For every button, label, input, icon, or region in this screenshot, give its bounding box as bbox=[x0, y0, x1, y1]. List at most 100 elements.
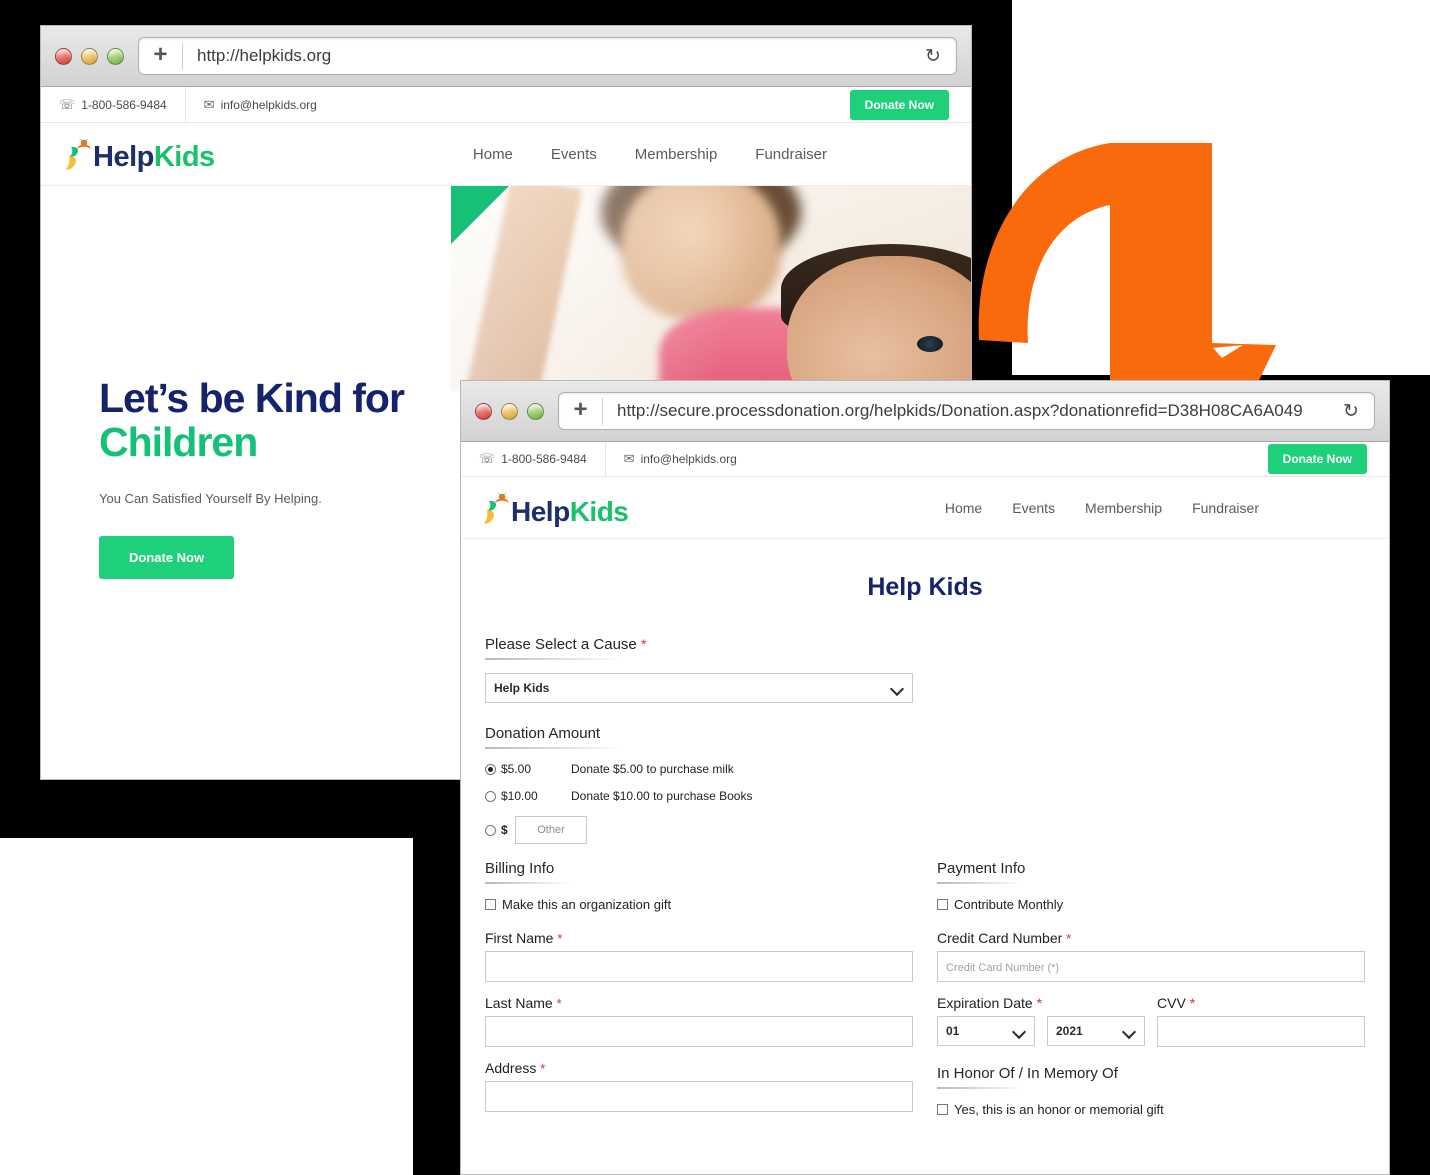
last-name-label-text: Last Name bbox=[485, 995, 553, 1011]
amount-radio-10[interactable] bbox=[485, 790, 496, 802]
donate-now-topbar-button[interactable]: Donate Now bbox=[849, 89, 949, 120]
amount-radio-other[interactable] bbox=[485, 824, 496, 836]
cause-required-marker: * bbox=[640, 636, 647, 652]
expiration-month-select[interactable]: 01 bbox=[937, 1016, 1035, 1046]
amount-description-5: Donate $5.00 to purchase milk bbox=[571, 762, 734, 776]
cvv-group: CVV * bbox=[1157, 995, 1365, 1047]
honor-gift-row[interactable]: Yes, this is an honor or memorial gift bbox=[937, 1102, 1365, 1117]
reload-icon[interactable]: ↻ bbox=[920, 45, 946, 68]
cvv-label-text: CVV bbox=[1157, 995, 1186, 1011]
nav-item-membership-donation[interactable]: Membership bbox=[1085, 500, 1162, 516]
nav-item-membership[interactable]: Membership bbox=[635, 146, 718, 163]
logo-text-help: Help bbox=[93, 141, 154, 173]
site-topbar-donation: ☏ 1-800-586-9484 ✉ info@helpkids.org Don… bbox=[461, 442, 1389, 477]
email-contact-donation[interactable]: ✉ info@helpkids.org bbox=[604, 442, 755, 476]
envelope-icon: ✉ bbox=[203, 96, 215, 112]
phone-number-donation: 1-800-586-9484 bbox=[501, 452, 587, 466]
contribute-monthly-checkbox[interactable] bbox=[937, 899, 948, 910]
phone-contact[interactable]: ☏ 1-800-586-9484 bbox=[41, 87, 185, 122]
site-topbar-homepage: ☏ 1-800-586-9484 ✉ info@helpkids.org Don… bbox=[41, 87, 971, 123]
expiration-group: Expiration Date * 01 2021 bbox=[937, 995, 1145, 1047]
close-window-button[interactable] bbox=[55, 47, 72, 65]
address-bar-homepage[interactable]: + http://helpkids.org ↻ bbox=[138, 37, 957, 75]
billing-heading: Billing Info bbox=[485, 860, 555, 877]
hero-heading-line1: Let’s be Kind for bbox=[99, 375, 405, 421]
maximize-window-button[interactable] bbox=[107, 47, 124, 65]
cause-select-wrapper[interactable]: Help Kids bbox=[485, 673, 913, 703]
new-tab-button-donation[interactable]: + bbox=[559, 397, 603, 425]
email-contact[interactable]: ✉ info@helpkids.org bbox=[184, 87, 335, 122]
address-field: Address * bbox=[485, 1060, 913, 1112]
email-address-donation: info@helpkids.org bbox=[640, 452, 737, 466]
currency-symbol: $ bbox=[501, 823, 508, 837]
window-controls[interactable] bbox=[55, 47, 124, 65]
nav-links-homepage: Home Events Membership Fundraiser bbox=[473, 146, 827, 163]
logo-svg bbox=[66, 138, 91, 170]
form-page-title: Help Kids bbox=[867, 573, 983, 601]
url-text-donation[interactable]: http://secure.processdonation.org/helpki… bbox=[603, 401, 1338, 421]
expiration-year-wrapper[interactable]: 2021 bbox=[1047, 1016, 1145, 1046]
donation-amount-heading: Donation Amount bbox=[485, 725, 601, 742]
amount-row-other[interactable]: $ Other bbox=[485, 816, 1365, 844]
nav-item-home-donation[interactable]: Home bbox=[945, 500, 982, 516]
amount-row-5[interactable]: $5.00 Donate $5.00 to purchase milk bbox=[485, 762, 1365, 776]
payment-info-column: Payment Info Contribute Monthly Credit C… bbox=[937, 860, 1365, 1135]
window-controls-donation[interactable] bbox=[475, 402, 544, 420]
amount-radio-5[interactable] bbox=[485, 763, 496, 775]
last-name-field: Last Name * bbox=[485, 995, 913, 1047]
first-name-input[interactable] bbox=[485, 951, 913, 982]
site-logo-donation[interactable]: HelpKids bbox=[483, 490, 629, 527]
nav-item-home[interactable]: Home bbox=[473, 146, 513, 163]
last-name-input[interactable] bbox=[485, 1016, 913, 1047]
credit-card-label-text: Credit Card Number bbox=[937, 930, 1063, 946]
nav-links-donation: Home Events Membership Fundraiser bbox=[945, 500, 1259, 516]
honor-gift-checkbox[interactable] bbox=[937, 1104, 948, 1115]
cvv-required-marker: * bbox=[1189, 995, 1196, 1011]
site-navbar-donation: HelpKids Home Events Membership Fundrais… bbox=[461, 477, 1389, 539]
contribute-monthly-row[interactable]: Contribute Monthly bbox=[937, 897, 1365, 912]
reload-icon-donation[interactable]: ↻ bbox=[1338, 400, 1364, 423]
organization-gift-row[interactable]: Make this an organization gift bbox=[485, 897, 913, 912]
close-window-button-donation[interactable] bbox=[475, 402, 492, 420]
logo-svg-donation bbox=[484, 491, 509, 524]
credit-card-label: Credit Card Number * bbox=[937, 930, 1365, 946]
hero-photo bbox=[451, 186, 971, 391]
cause-select[interactable]: Help Kids bbox=[485, 673, 913, 703]
nav-item-fundraiser-donation[interactable]: Fundraiser bbox=[1192, 500, 1259, 516]
first-name-required-marker: * bbox=[557, 931, 563, 946]
url-text-homepage[interactable]: http://helpkids.org bbox=[183, 46, 920, 66]
address-input[interactable] bbox=[485, 1081, 913, 1112]
maximize-window-button-donation[interactable] bbox=[527, 402, 544, 420]
hero-subtitle: You Can Satisfied Yourself By Helping. bbox=[99, 490, 322, 506]
amount-row-10[interactable]: $10.00 Donate $10.00 to purchase Books bbox=[485, 789, 1365, 803]
phone-contact-donation[interactable]: ☏ 1-800-586-9484 bbox=[461, 442, 605, 476]
form-columns: Billing Info Make this an organization g… bbox=[485, 860, 1365, 1135]
first-name-field: First Name * bbox=[485, 930, 913, 982]
envelope-icon-donation: ✉ bbox=[623, 451, 635, 466]
nav-item-fundraiser[interactable]: Fundraiser bbox=[755, 146, 827, 163]
last-name-label: Last Name * bbox=[485, 995, 913, 1011]
hero-donate-now-button[interactable]: Donate Now bbox=[99, 535, 235, 579]
site-logo-homepage[interactable]: HelpKids bbox=[65, 136, 215, 172]
address-bar-donation[interactable]: + http://secure.processdonation.org/help… bbox=[558, 392, 1375, 430]
minimize-window-button[interactable] bbox=[81, 47, 98, 65]
cvv-input[interactable] bbox=[1157, 1016, 1365, 1047]
nav-item-events-donation[interactable]: Events bbox=[1012, 500, 1055, 516]
green-triangle-decoration bbox=[451, 186, 509, 244]
browser-window-donation-form: + http://secure.processdonation.org/help… bbox=[460, 380, 1390, 1175]
donate-now-topbar-button-donation[interactable]: Donate Now bbox=[1267, 444, 1367, 474]
minimize-window-button-donation[interactable] bbox=[501, 402, 518, 420]
other-amount-input[interactable]: Other bbox=[515, 816, 587, 844]
payment-heading: Payment Info bbox=[937, 860, 1026, 877]
organization-gift-checkbox[interactable] bbox=[485, 899, 496, 910]
hero-copy: Let’s be Kind for Children You Can Satis… bbox=[99, 375, 405, 579]
new-tab-button[interactable]: + bbox=[139, 42, 183, 70]
credit-card-input[interactable] bbox=[937, 951, 1365, 982]
phone-icon: ☏ bbox=[59, 96, 76, 112]
nav-item-events[interactable]: Events bbox=[551, 146, 597, 163]
expiration-year-select[interactable]: 2021 bbox=[1047, 1016, 1145, 1046]
expiration-required-marker: * bbox=[1036, 995, 1043, 1011]
logo-text-help-donation: Help bbox=[511, 495, 570, 527]
expiration-month-wrapper[interactable]: 01 bbox=[937, 1016, 1035, 1046]
address-label-text: Address bbox=[485, 1060, 537, 1076]
